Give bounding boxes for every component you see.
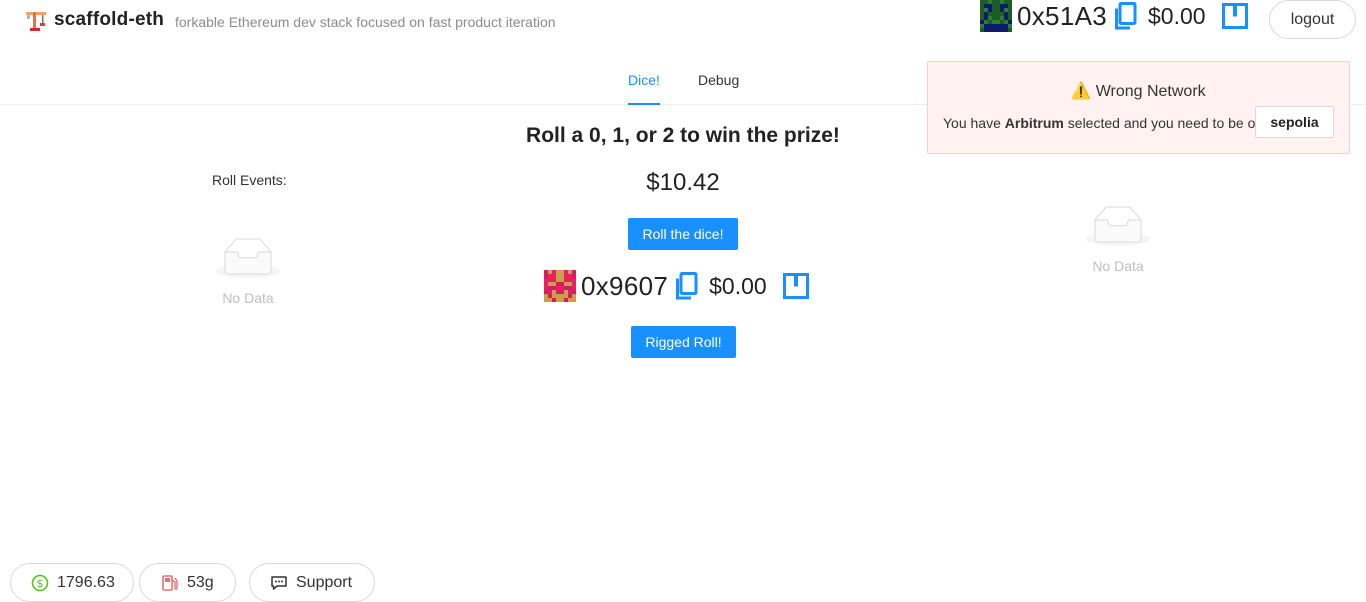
contract-address[interactable]: 0x9607 (581, 271, 668, 302)
brand-subtitle: forkable Ethereum dev stack focused on f… (175, 14, 556, 30)
dollar-icon: $ (31, 574, 49, 591)
roll-dice-button[interactable]: Roll the dice! (628, 218, 738, 250)
svg-text:$: $ (37, 577, 44, 590)
contract-balance: $0.00 (709, 272, 767, 299)
logout-button[interactable]: logout (1269, 0, 1356, 39)
empty-text: No Data (222, 290, 274, 306)
blockie-cell (572, 298, 576, 302)
empty-text: No Data (1092, 258, 1144, 274)
support-label: Support (296, 573, 353, 591)
game-headline: Roll a 0, 1, or 2 to win the prize! (526, 124, 840, 147)
tab-debug[interactable]: Debug (698, 72, 739, 88)
account-display: 0x51A3 $0.00 (980, 0, 1248, 32)
brand-link[interactable]: scaffold-eth (24, 8, 164, 32)
gas-price-button[interactable]: 53g (139, 563, 236, 602)
tab-dice[interactable]: Dice! (628, 72, 660, 105)
empty-inbox-icon (1086, 206, 1150, 246)
account-balance: $0.00 (1147, 2, 1206, 29)
wallet-icon[interactable] (782, 273, 809, 299)
gas-price: 53g (187, 573, 214, 591)
copy-icon[interactable] (1114, 2, 1138, 30)
blockie-cell (1008, 28, 1012, 32)
contract-address-display: 0x9607 $0.00 (544, 269, 809, 303)
empty-inbox-icon (216, 238, 280, 278)
alert-title: ⚠️ Wrong Network (1071, 83, 1206, 100)
account-address[interactable]: 0x51A3 (1017, 1, 1107, 32)
copy-icon[interactable] (675, 272, 699, 300)
brand-title: scaffold-eth (54, 9, 165, 30)
eth-price-button[interactable]: $ 1796.63 (10, 563, 134, 602)
account-avatar (980, 0, 1012, 32)
rigged-roll-button[interactable]: Rigged Roll! (631, 326, 736, 358)
prize-amount: $10.42 (646, 169, 720, 196)
right-panel-empty: No Data (1078, 206, 1158, 274)
contract-avatar (544, 270, 576, 302)
wallet-icon[interactable] (1221, 3, 1248, 29)
construction-crane-icon (26, 12, 46, 31)
roll-events-empty: No Data (208, 238, 288, 306)
eth-price: 1796.63 (57, 573, 115, 591)
header: scaffold-eth forkable Ethereum dev stack… (0, 0, 1366, 44)
gas-pump-icon (162, 574, 178, 591)
support-button[interactable]: Support (249, 563, 375, 602)
chat-bubble-icon (271, 575, 287, 590)
